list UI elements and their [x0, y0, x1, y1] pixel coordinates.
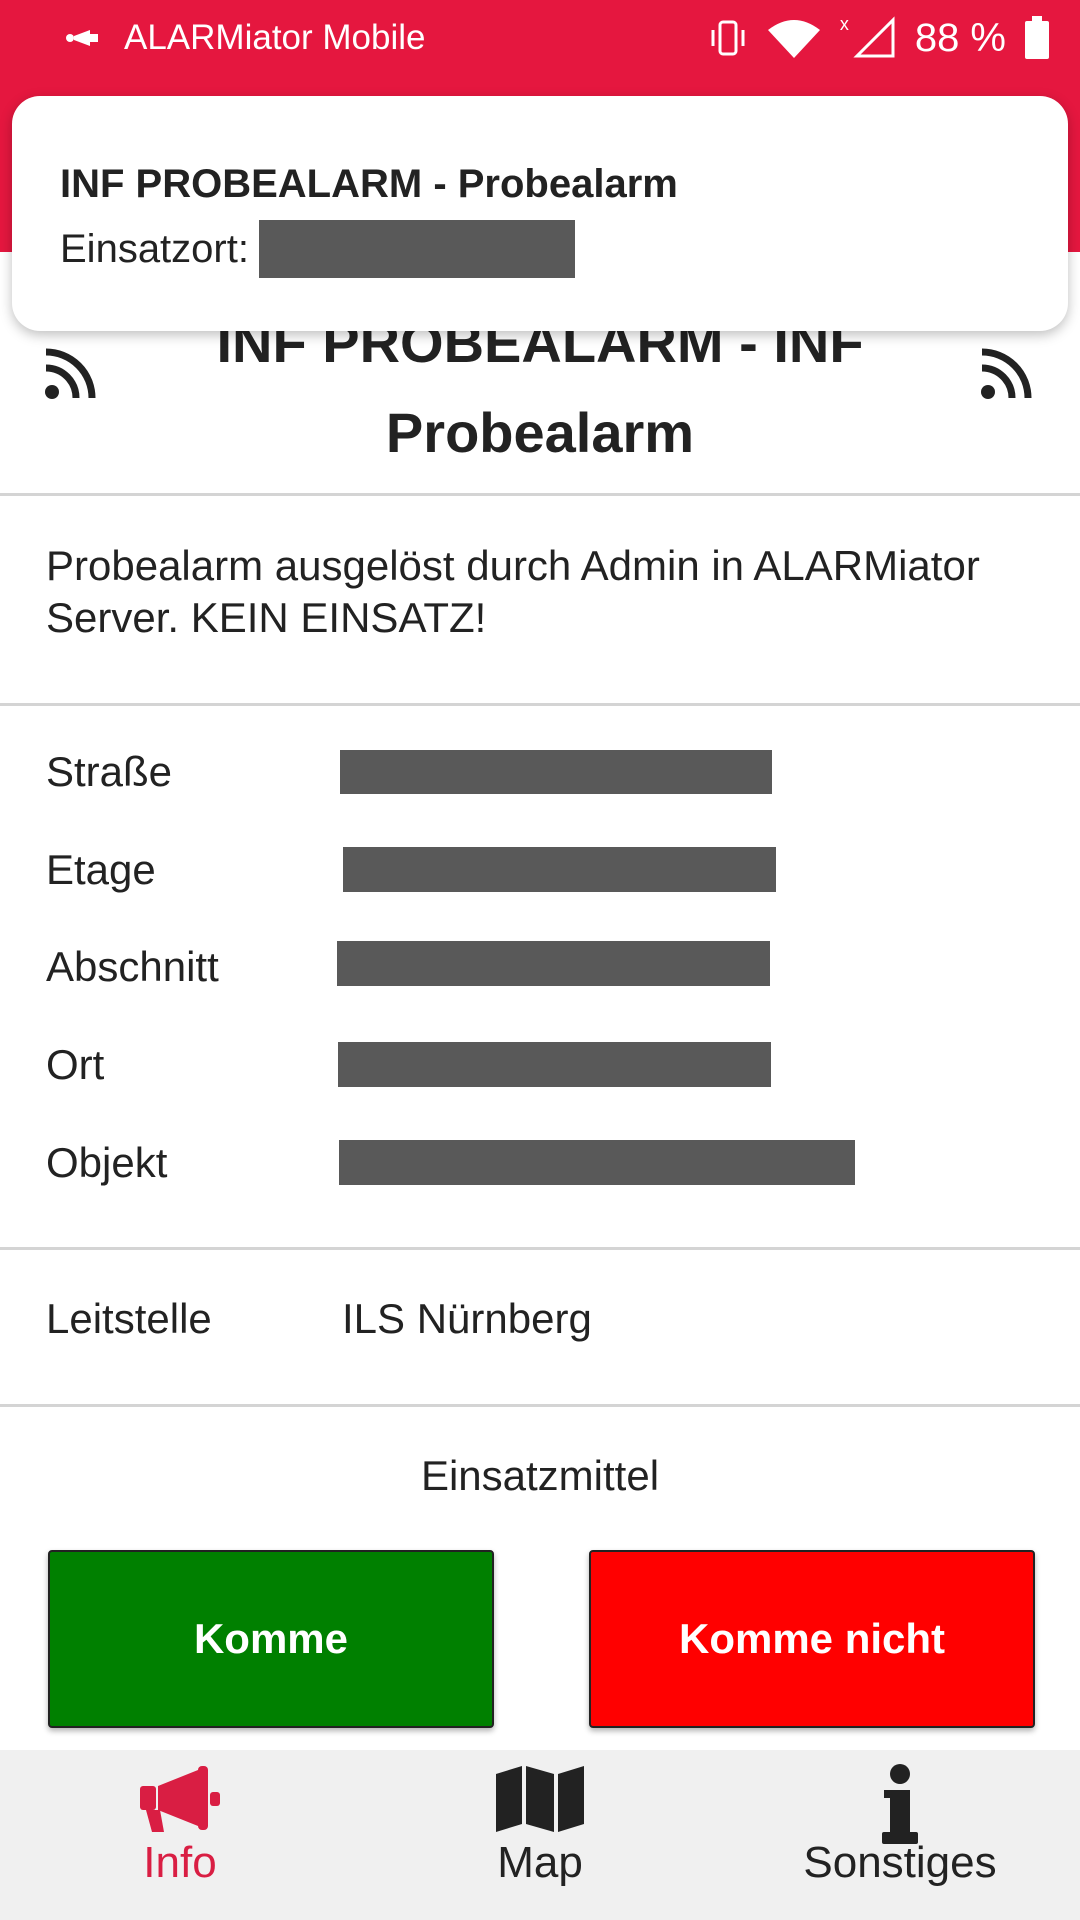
wifi-icon	[767, 20, 820, 58]
info-icon	[882, 1764, 918, 1844]
battery-percent: 88 %	[914, 15, 1006, 60]
redacted-section	[337, 941, 770, 986]
decline-button[interactable]: Komme nicht	[589, 1550, 1035, 1728]
signal-badge: x	[839, 14, 849, 34]
horn-icon	[66, 30, 98, 46]
decline-button-label: Komme nicht	[678, 1615, 946, 1662]
status-right: x 88 %	[708, 14, 1050, 62]
resources-title: Einsatzmittel	[420, 1452, 660, 1499]
status-left: ALARMiator Mobile	[64, 14, 426, 62]
redacted-place	[338, 1042, 771, 1087]
nav-label-info: Info	[143, 1838, 217, 1887]
nav-item-other[interactable]: Sonstiges	[720, 1750, 1080, 1920]
divider	[0, 703, 1080, 706]
rss-feed-icon	[981, 348, 1032, 399]
notification-title: INF PROBEALARM - Probealarm	[60, 162, 678, 206]
accept-button-label: Komme	[193, 1615, 349, 1662]
detail-label-floor: Etage	[46, 846, 156, 893]
accept-button[interactable]: Komme	[48, 1550, 494, 1728]
redacted-object	[339, 1140, 855, 1185]
detail-label-section: Abschnitt	[46, 943, 219, 990]
vibrate-icon	[711, 20, 745, 56]
status-app-name: ALARMiator Mobile	[124, 18, 426, 57]
detail-label-object: Objekt	[46, 1139, 168, 1186]
alarm-notification[interactable]: INF PROBEALARM - Probealarm Einsatzort:	[12, 96, 1068, 331]
rss-feed-icon	[45, 348, 96, 399]
alarm-description: Probealarm ausgelöst durch Admin in ALAR…	[46, 542, 980, 641]
redacted-floor	[343, 847, 776, 892]
nav-label-map: Map	[497, 1838, 583, 1887]
notification-location-label: Einsatzort:	[60, 226, 249, 271]
map-icon	[496, 1766, 584, 1832]
redacted-street	[340, 750, 772, 794]
nav-item-info[interactable]: Info	[0, 1750, 360, 1920]
redacted-location	[258, 220, 575, 278]
signal-icon	[853, 16, 895, 58]
dispatch-value: ILS Nürnberg	[342, 1295, 592, 1342]
nav-item-map[interactable]: Map	[360, 1750, 720, 1920]
bottom-navigation: Info Map Sonstiges	[0, 1750, 1080, 1920]
megaphone-icon	[140, 1766, 220, 1832]
battery-icon	[1025, 16, 1049, 59]
notification-location: Einsatzort:	[60, 220, 575, 278]
nav-label-other: Sonstiges	[803, 1838, 997, 1887]
divider	[0, 1247, 1080, 1250]
dispatch-label: Leitstelle	[46, 1295, 212, 1342]
divider	[0, 1404, 1080, 1407]
detail-label-place: Ort	[46, 1041, 105, 1088]
detail-label-street: Straße	[46, 748, 173, 795]
divider	[0, 493, 1080, 496]
